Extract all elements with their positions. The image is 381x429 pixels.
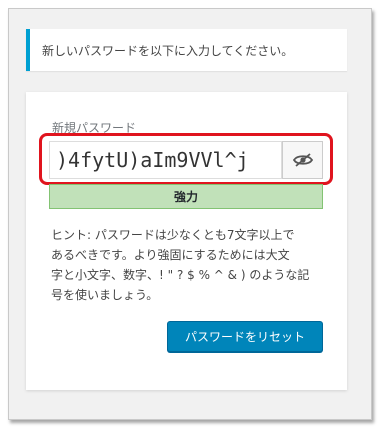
hint-line: 字と小文字、数字、! " ? $ % ^ & ) のような記	[51, 268, 310, 282]
hint-line: ヒント: パスワードは少なくとも7文字以上で	[51, 228, 295, 242]
eye-slash-icon	[292, 153, 313, 167]
password-strength-meter: 強力	[49, 184, 323, 209]
strength-label: 強力	[173, 190, 198, 204]
new-password-input[interactable]	[49, 141, 282, 179]
reset-password-button-label: パスワードをリセット	[184, 330, 305, 344]
password-label: 新規パスワード	[52, 121, 137, 135]
hide-password-button[interactable]	[282, 141, 323, 179]
hint-line: 号を使いましょう。	[51, 288, 159, 302]
hint-line: あるべきです。より強固にするためには大文	[51, 248, 290, 262]
reset-notice: 新しいパスワードを以下に入力してください。	[26, 29, 347, 71]
reset-password-button[interactable]: パスワードをリセット	[167, 321, 323, 352]
password-hint: ヒント: パスワードは少なくとも7文字以上で あるべきです。より強固にするために…	[51, 225, 331, 305]
notice-message: 新しいパスワードを以下に入力してください。	[42, 43, 294, 58]
